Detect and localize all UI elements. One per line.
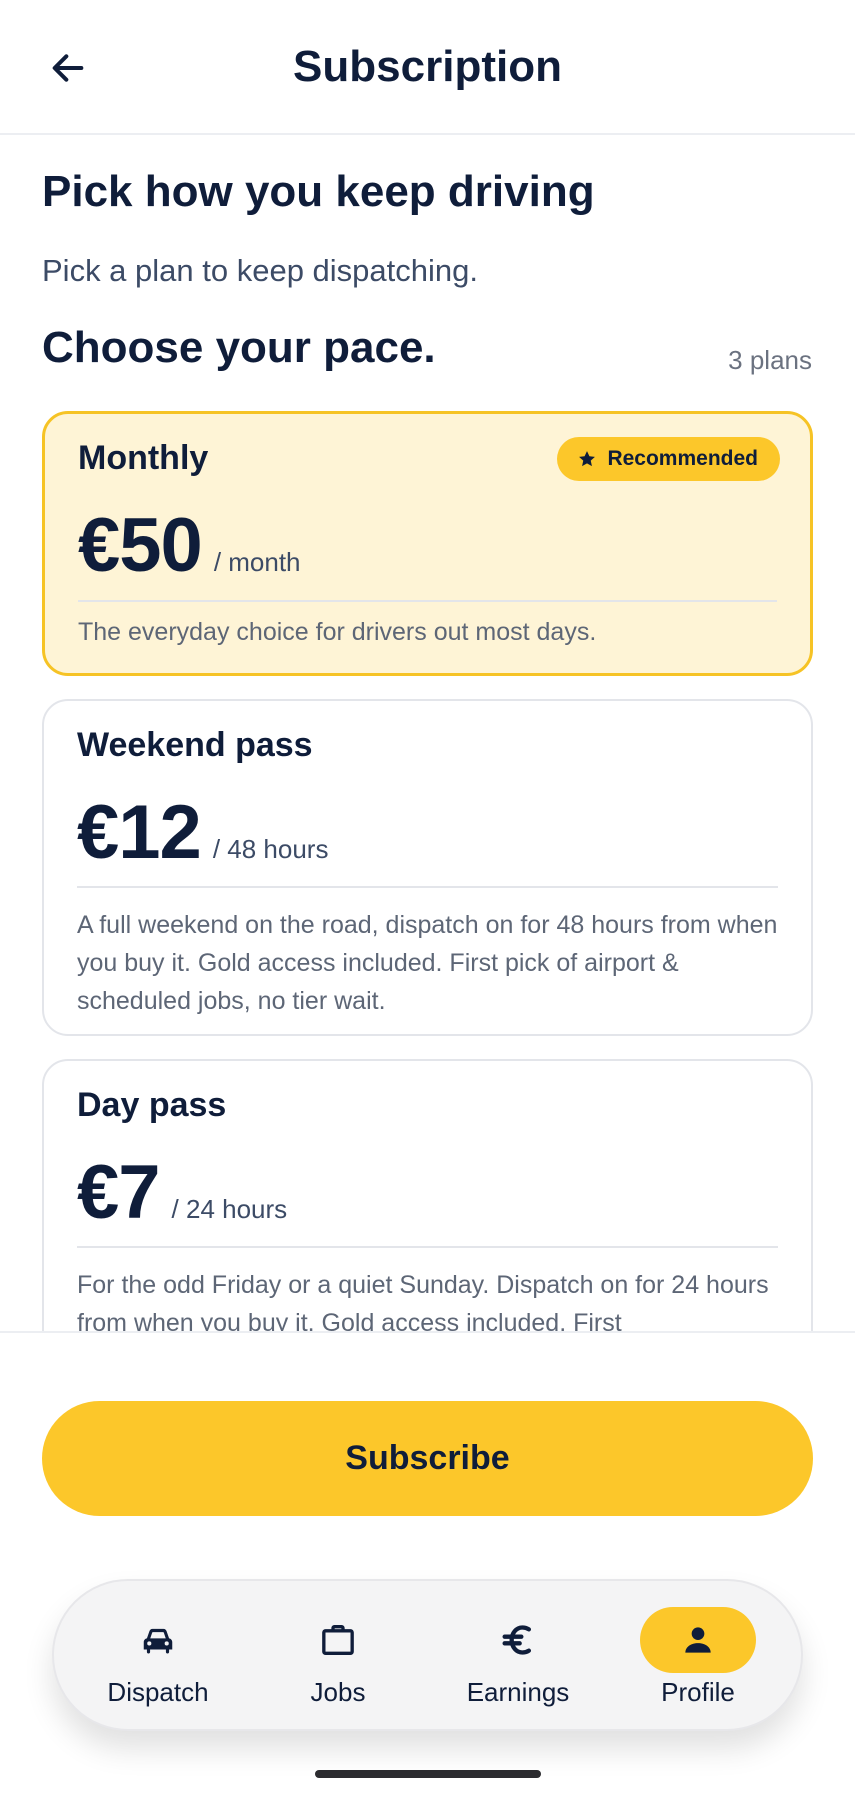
plan-count-label: 3 plans	[728, 345, 812, 375]
plan-divider	[77, 886, 778, 888]
plan-period: / 24 hours	[171, 1194, 288, 1224]
plan-price-row: €12 / 48 hours	[77, 789, 328, 876]
plan-name: Day pass	[77, 1086, 227, 1124]
home-indicator	[315, 1770, 541, 1778]
plan-price-row: €7 / 24 hours	[77, 1149, 287, 1236]
bottom-nav: Dispatch Jobs Earnings Profile	[52, 1579, 803, 1731]
content-divider	[0, 1331, 855, 1333]
badge-label: Recommended	[607, 447, 758, 470]
nav-icon-container	[280, 1607, 396, 1673]
intro-subtitle: Pick a plan to keep dispatching.	[42, 253, 478, 288]
page-title: Subscription	[293, 42, 562, 91]
nav-item-earnings[interactable]: Earnings	[428, 1581, 608, 1733]
plan-price: €12	[77, 790, 202, 875]
nav-label: Dispatch	[107, 1677, 209, 1707]
plan-card-monthly[interactable]: Monthly Recommended €50 / month The ever…	[42, 411, 813, 676]
plan-description: A full weekend on the road, dispatch on …	[77, 911, 778, 1015]
plan-divider	[78, 600, 777, 602]
intro-heading: Pick how you keep driving	[42, 167, 595, 216]
nav-item-dispatch[interactable]: Dispatch	[68, 1581, 248, 1733]
nav-item-profile[interactable]: Profile	[608, 1581, 788, 1733]
plan-card-day-pass[interactable]: Day pass €7 / 24 hours For the odd Frida…	[42, 1059, 813, 1332]
plans-section-title: Choose your pace.	[42, 323, 436, 372]
person-icon	[685, 1627, 711, 1653]
plans-scroll-area[interactable]: Pick how you keep driving Pick a plan to…	[0, 137, 855, 1332]
plan-description: The everyday choice for drivers out most…	[78, 618, 597, 646]
plan-divider	[77, 1246, 778, 1248]
briefcase-icon	[322, 1625, 354, 1655]
nav-label: Profile	[661, 1677, 735, 1707]
plan-name: Weekend pass	[77, 726, 313, 764]
plan-price: €7	[77, 1150, 161, 1235]
nav-item-jobs[interactable]: Jobs	[248, 1581, 428, 1733]
plan-period: / month	[213, 547, 301, 577]
nav-label: Earnings	[466, 1677, 570, 1707]
nav-label: Jobs	[310, 1677, 366, 1707]
recommended-badge: Recommended	[557, 437, 780, 481]
plan-period: / 48 hours	[212, 834, 329, 864]
plan-card-weekend-pass[interactable]: Weekend pass €12 / 48 hours A full weeke…	[42, 699, 813, 1036]
plan-description: For the odd Friday or a quiet Sunday. Di…	[77, 1271, 769, 1332]
nav-icon-container	[100, 1607, 216, 1673]
plan-name: Monthly	[78, 439, 209, 477]
car-icon	[143, 1628, 173, 1654]
euro-icon	[502, 1625, 531, 1655]
nav-icon-container	[640, 1607, 756, 1673]
plan-price: €50	[78, 503, 203, 588]
subscribe-button[interactable]: Subscribe	[42, 1401, 813, 1516]
plan-price-row: €50 / month	[78, 502, 301, 589]
app-header: Subscription	[0, 0, 855, 135]
nav-icon-container	[460, 1607, 576, 1673]
star-icon	[579, 451, 596, 467]
